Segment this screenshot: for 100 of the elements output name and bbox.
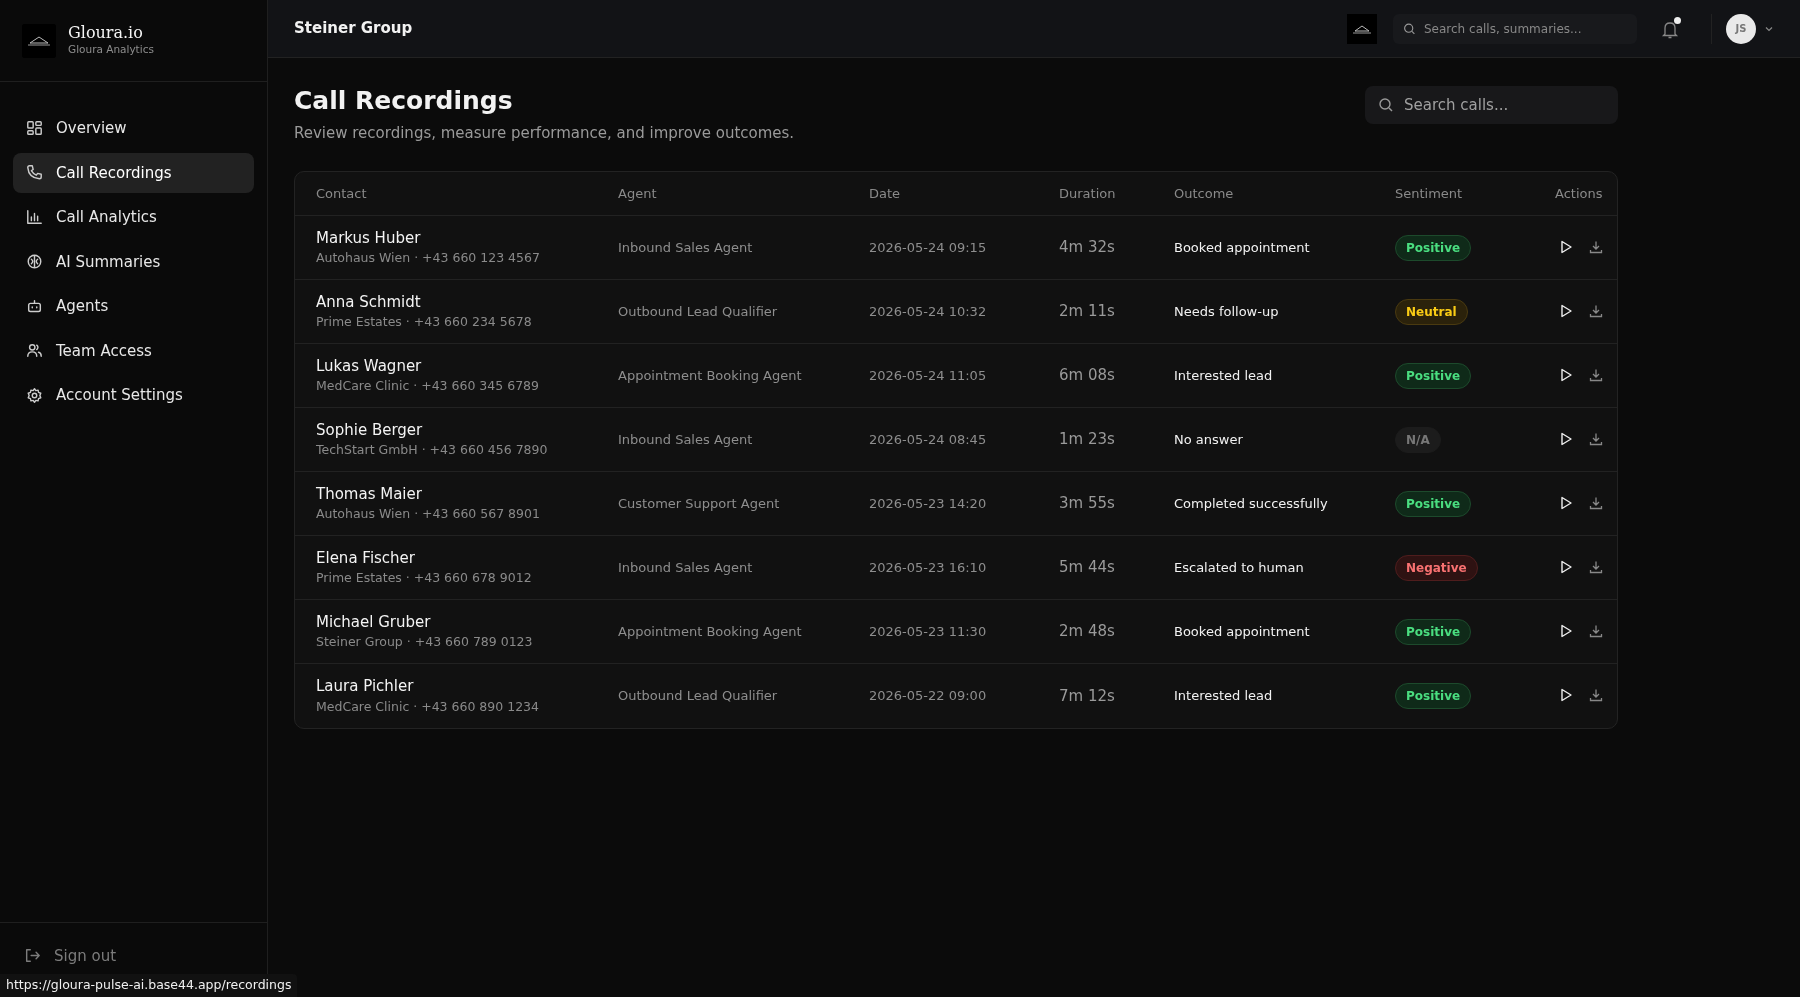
column-header: Duration	[1049, 171, 1164, 216]
column-header: Agent	[608, 171, 859, 216]
sentiment-badge: Positive	[1395, 490, 1472, 517]
brain-icon	[26, 253, 43, 271]
contact-name: Laura Pichler	[316, 676, 415, 698]
play-icon	[1559, 559, 1573, 574]
agent-name: Inbound Sales Agent	[618, 560, 753, 575]
gear-icon	[26, 386, 43, 404]
agent-name: Inbound Sales Agent	[618, 240, 753, 255]
sentiment-badge: Positive	[1395, 682, 1472, 709]
phone-icon	[26, 164, 43, 182]
call-duration: 5m 44s	[1059, 558, 1115, 577]
call-date: 2026-05-24 09:15	[869, 240, 987, 255]
sentiment-badge: Positive	[1395, 234, 1472, 261]
call-duration: 3m 55s	[1059, 494, 1115, 513]
sidebar-item[interactable]: Account Settings	[13, 375, 254, 416]
call-duration: 2m 48s	[1059, 622, 1115, 641]
download-icon	[1589, 367, 1603, 382]
sign-out-button[interactable]: Sign out	[24, 944, 117, 967]
search-field[interactable]: Search calls...	[1365, 86, 1618, 124]
play-icon	[1559, 239, 1573, 254]
column-header: Contact	[295, 171, 608, 216]
download-icon	[1589, 495, 1603, 510]
search-icon	[1403, 22, 1416, 35]
call-outcome: No answer	[1174, 432, 1243, 447]
page-title: Call Recordings	[294, 86, 514, 116]
brand-name: Gloura.io	[68, 23, 144, 43]
call-duration: 7m 12s	[1059, 686, 1115, 705]
download-icon	[1589, 687, 1603, 702]
sidebar-item[interactable]: Overview	[13, 108, 254, 149]
sentiment-badge: N/A	[1395, 426, 1441, 453]
sentiment-badge: Positive	[1395, 618, 1472, 645]
agent-name: Appointment Booking Agent	[618, 624, 802, 639]
sign-out-icon	[24, 947, 41, 965]
logo-icon	[1347, 13, 1377, 44]
bell-icon[interactable]	[1661, 19, 1679, 40]
download-icon	[1589, 303, 1603, 318]
play-icon	[1559, 431, 1573, 446]
contact-name: Markus Huber	[316, 227, 422, 249]
play-icon	[1559, 623, 1573, 638]
sidebar-item[interactable]: Team Access	[13, 330, 254, 371]
contact-name: Elena Fischer	[316, 547, 416, 569]
column-header: Sentiment	[1385, 171, 1545, 216]
contact-name: Anna Schmidt	[316, 291, 422, 313]
call-date: 2026-05-23 14:20	[869, 496, 987, 511]
contact-details: Autohaus Wien · +43 660 123 4567	[316, 249, 541, 268]
sidebar-item[interactable]: Call Recordings	[13, 152, 254, 193]
sidebar-item[interactable]: Call Analytics	[13, 197, 254, 238]
agent-name: Outbound Lead Qualifier	[618, 304, 778, 319]
organization-title: Steiner Group	[294, 18, 413, 40]
play-icon	[1559, 495, 1573, 510]
call-duration: 4m 32s	[1059, 238, 1115, 257]
bar-chart-icon	[26, 208, 43, 226]
call-date: 2026-05-23 11:30	[869, 624, 987, 639]
sentiment-badge: Negative	[1395, 554, 1478, 581]
contact-details: MedCare Clinic · +43 660 890 1234	[316, 697, 541, 716]
search-icon	[1378, 97, 1394, 113]
play-icon	[1559, 687, 1573, 702]
download-icon	[1589, 239, 1603, 254]
column-header: Actions	[1545, 171, 1617, 216]
contact-details: Autohaus Wien · +43 660 567 8901	[316, 505, 541, 524]
page-subtitle: Review recordings, measure performance, and improve outcomes.	[294, 123, 795, 144]
play-icon	[1559, 303, 1573, 318]
call-outcome: Booked appointment	[1174, 240, 1310, 255]
column-header: Outcome	[1164, 171, 1385, 216]
call-outcome: Interested lead	[1174, 688, 1273, 704]
contact-details: MedCare Clinic · +43 660 345 6789	[316, 377, 541, 396]
download-icon	[1589, 559, 1603, 574]
call-date: 2026-05-23 16:10	[869, 560, 987, 575]
link-url-tooltip: https://gloura-pulse-ai.base44.app/recordings	[0, 974, 298, 997]
sentiment-badge: Neutral	[1395, 298, 1468, 325]
call-date: 2026-05-24 10:32	[869, 304, 987, 319]
agent-name: Outbound Lead Qualifier	[618, 688, 778, 704]
call-outcome: Interested lead	[1174, 368, 1273, 383]
contact-details: TechStart GmbH · +43 660 456 7890	[316, 441, 549, 460]
play-icon	[1559, 367, 1573, 382]
contact-name: Lukas Wagner	[316, 355, 423, 377]
contact-name: Michael Gruber	[316, 611, 432, 633]
call-outcome: Escalated to human	[1174, 560, 1304, 575]
call-outcome: Needs follow-up	[1174, 304, 1279, 319]
call-duration: 2m 11s	[1059, 302, 1115, 321]
brand-subtitle: Gloura Analytics	[68, 42, 154, 58]
agent-name: Appointment Booking Agent	[618, 368, 802, 383]
sentiment-badge: Positive	[1395, 362, 1472, 389]
contact-name: Sophie Berger	[316, 419, 424, 441]
call-date: 2026-05-24 08:45	[869, 432, 987, 447]
agent-name: Inbound Sales Agent	[618, 432, 753, 447]
call-duration: 6m 08s	[1059, 366, 1115, 385]
call-date: 2026-05-22 09:00	[869, 688, 987, 704]
sidebar-item[interactable]: AI Summaries	[13, 241, 254, 282]
search-field[interactable]: Search calls, summaries...	[1393, 13, 1637, 44]
sidebar-item[interactable]: Agents	[13, 286, 254, 327]
contact-details: Prime Estates · +43 660 678 9012	[316, 569, 533, 588]
call-date: 2026-05-24 11:05	[869, 368, 987, 383]
download-icon	[1589, 431, 1603, 446]
call-duration: 1m 23s	[1059, 430, 1115, 449]
call-outcome: Completed successfully	[1174, 496, 1328, 511]
column-header: Date	[859, 171, 1049, 216]
user-avatar[interactable]: JS	[1726, 13, 1756, 44]
download-icon	[1589, 623, 1603, 638]
